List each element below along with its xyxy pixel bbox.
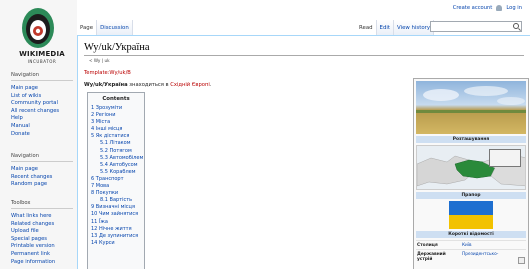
template-link[interactable]: Template:Wy/uk/B [84,70,131,76]
sidebar-item-special-pages[interactable]: Special pages [11,236,73,244]
login-link[interactable]: Log in [506,5,522,11]
sidebar-item-all-recent-changes[interactable]: All recent changes [11,108,73,116]
sidebar-item-what-links-here[interactable]: What links here [11,213,73,221]
toc-item[interactable]: 13 Де зупинитися [91,233,141,240]
toc-item[interactable]: 7 Мова [91,183,141,190]
navigation-heading-2: Navigation [11,153,73,162]
sidebar-item-upload-file[interactable]: Upload file [11,228,73,236]
namespace-tabs: Page Discussion [77,20,133,35]
navigation-heading: Navigation [11,72,73,81]
toc-item[interactable]: 11 Їжа [91,219,141,226]
sidebar-item-printable-version[interactable]: Printable version [11,243,73,251]
navigation-portal-2: Navigation Main page Recent changes Rand… [11,153,73,189]
incubator-egg-icon [22,8,54,48]
scroll-button[interactable] [518,257,525,264]
toc-title: Contents [102,96,130,102]
intro-text: знаходиться в [127,82,171,88]
sidebar-item-recent-changes[interactable]: Recent changes [11,174,73,182]
page-title: Wy/uk/Україна [84,42,524,56]
sidebar-item-main-page-2[interactable]: Main page [11,166,73,174]
sidebar-item-manual[interactable]: Manual [11,123,73,131]
navigation-portal: Navigation Main page List of wikis Commu… [11,72,73,138]
sidebar-item-list-of-wikis[interactable]: List of wikis [11,93,73,101]
intro-link[interactable]: Східній Європі [170,82,210,88]
logo-subtitle: INCUBATOR [27,59,57,64]
toolbox-portal: Toolbox What links here Related changes … [11,200,73,266]
toc-item[interactable]: 10 Чим зайнятися [91,211,141,218]
wikimedia-incubator-logo[interactable]: WIKIMEDIA INCUBATOR [4,4,72,66]
flag-caption: Прапор [416,192,526,199]
summary-caption: Короткі відомості [416,231,526,238]
sidebar-item-random-page[interactable]: Random page [11,181,73,189]
infobox: Розташування Прапор Короткі відомості Ст… [413,78,529,269]
location-map[interactable] [416,145,526,190]
toc-item[interactable]: 12 Нічне життя [91,226,141,233]
table-of-contents: Contents 1 Зрозуміти 2 Регіони 3 Міста 4 Ін… [87,92,145,269]
create-account-link[interactable]: Create account [453,5,493,11]
sidebar-item-main-page[interactable]: Main page [11,85,73,93]
infobox-value[interactable]: Президентсько- [462,252,498,262]
tab-edit[interactable]: Edit [376,20,394,35]
toc-item[interactable]: 5.3 Автомобілем [91,155,143,162]
toc-item[interactable]: 6 Транспорт [91,176,141,183]
tab-page[interactable]: Page [77,20,98,35]
search-input[interactable] [430,21,522,32]
toc-item[interactable]: 4 Інші місця [91,126,141,133]
infobox-key: Державний устрій [417,251,446,262]
toc-item[interactable]: 1 Зрозуміти [91,105,141,112]
sidebar-item-page-information[interactable]: Page information [11,259,73,267]
search-icon[interactable] [513,23,519,29]
toc-item[interactable]: 8.1 Вартість [91,197,141,204]
infobox-key: Столиця [417,242,438,248]
user-icon [496,5,503,11]
content-area: Wy/uk/Україна < Wy | uk Template:Wy/uk/B… [77,35,530,269]
toc-item[interactable]: 5.4 Автобусом [91,162,141,169]
sidebar-item-related-changes[interactable]: Related changes [11,221,73,229]
breadcrumb[interactable]: < Wy | uk [89,58,110,63]
toc-item[interactable]: 5.1 Літаком [91,140,141,147]
wheat-field-photo[interactable] [416,81,526,134]
tab-view-history[interactable]: View history [394,20,435,35]
toc-list: 1 Зрозуміти 2 Регіони 3 Міста 4 Інші місця 5… [91,105,143,247]
toc-item[interactable]: 5 Як дістатися [91,133,141,140]
toc-item[interactable]: 8 Покупки [91,190,141,197]
map-inset [489,149,521,167]
view-tabs: Read Edit View history [356,20,435,35]
tab-read[interactable]: Read [356,20,377,35]
toc-item[interactable]: 5.2 Потягом [91,148,141,155]
infobox-value[interactable]: Київ [462,243,472,248]
ukraine-flag[interactable] [449,201,493,229]
sidebar-item-community-portal[interactable]: Community portal [11,100,73,108]
intro-end: . [209,82,212,88]
sidebar-item-donate[interactable]: Donate [11,131,73,139]
tab-discussion[interactable]: Discussion [97,20,133,35]
infobox-row-capital: Столиця Київ [416,240,526,249]
sidebar-item-permanent-link[interactable]: Permanent link [11,251,73,259]
toc-item[interactable]: 2 Регіони [91,112,141,119]
sidebar-item-help[interactable]: Help [11,115,73,123]
photo-clouds-icon [416,86,526,113]
intro-subject: Wy/uk/Україна [84,82,128,88]
toc-item[interactable]: 5.5 Кораблем [91,169,141,176]
flag-yellow-stripe [449,215,493,229]
personal-tools: Create account Log in [453,5,522,11]
flag-blue-stripe [449,201,493,215]
intro-paragraph: Wy/uk/Україна знаходиться в Східній Євро… [84,82,211,88]
toc-item[interactable]: 14 Курси [91,240,141,247]
toolbox-heading: Toolbox [11,200,73,209]
logo-wordmark: WIKIMEDIA [19,50,65,58]
toc-item[interactable]: 3 Міста [91,119,141,126]
infobox-row-government: Державний устрій Президентсько- [416,249,526,263]
location-caption: Розташування [416,136,526,143]
